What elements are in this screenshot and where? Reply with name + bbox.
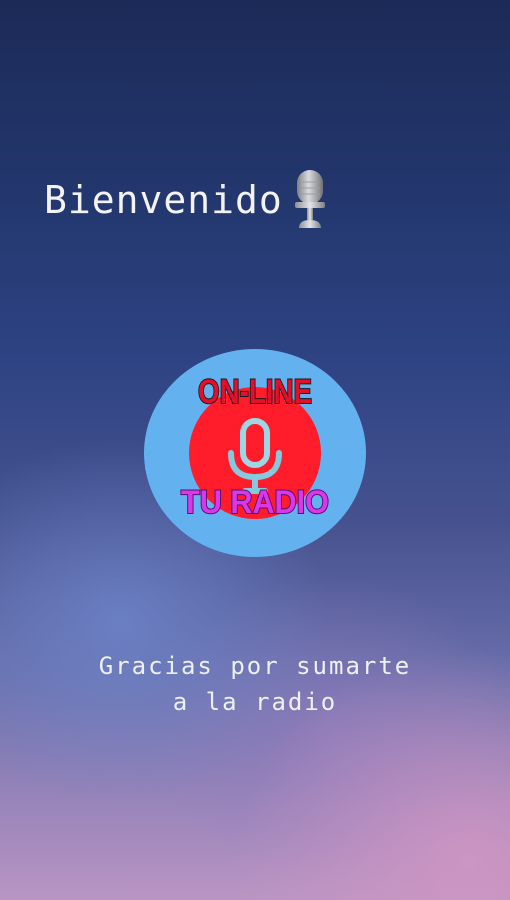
logo-bottom-text: TU RADIO (181, 484, 329, 520)
welcome-title: Bienvenido (44, 178, 283, 222)
microphone-icon (294, 170, 325, 228)
thank-you-line-2: a la radio (172, 688, 338, 716)
welcome-header: Bienvenido (44, 168, 331, 232)
radio-logo: ON-LINE TU RADIO (144, 349, 366, 557)
logo-top-text: ON-LINE (198, 373, 312, 411)
thank-you-message: Gracias por sumarte a la radio (0, 648, 510, 720)
thank-you-line-1: Gracias por sumarte (98, 652, 412, 680)
